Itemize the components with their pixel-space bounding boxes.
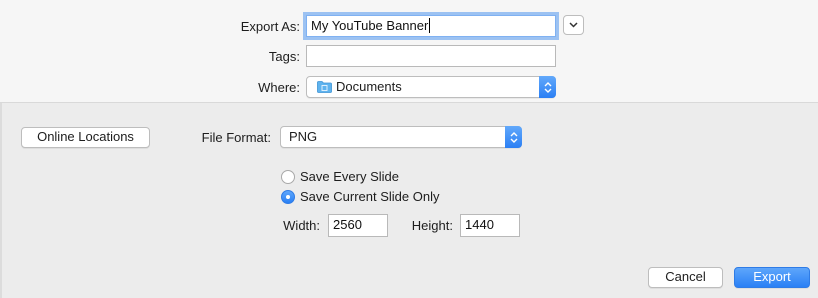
save-current-slide-option[interactable]: Save Current Slide Only (281, 189, 439, 205)
export-as-value: My YouTube Banner (311, 18, 429, 33)
export-as-field[interactable]: My YouTube Banner (306, 15, 556, 37)
height-field[interactable]: 1440 (460, 214, 520, 237)
height-value: 1440 (465, 217, 494, 232)
file-format-popup[interactable]: PNG (280, 126, 522, 148)
radio-button-selected[interactable] (281, 190, 295, 204)
cancel-button[interactable]: Cancel (648, 267, 723, 288)
file-format-stepper (505, 126, 522, 148)
tags-label: Tags: (268, 49, 300, 64)
up-down-arrows-icon (544, 81, 551, 93)
export-button[interactable]: Export (734, 267, 810, 288)
expand-dialog-button[interactable] (563, 15, 584, 35)
where-stepper (539, 76, 556, 98)
text-caret (429, 18, 431, 33)
file-format-value: PNG (289, 129, 318, 144)
height-label: Height: (411, 218, 453, 233)
where-label: Where: (258, 80, 300, 95)
folder-icon (317, 81, 332, 93)
export-as-label: Export As: (240, 19, 300, 34)
online-locations-button[interactable]: Online Locations (21, 127, 150, 148)
width-field[interactable]: 2560 (328, 214, 388, 237)
width-label: Width: (283, 218, 320, 233)
save-every-slide-option[interactable]: Save Every Slide (281, 169, 399, 185)
chevron-down-icon (569, 22, 578, 28)
radio-button[interactable] (281, 170, 295, 184)
tags-field[interactable] (306, 45, 556, 67)
file-section: Export As: My YouTube Banner Tags: Where… (0, 0, 818, 103)
where-value: Documents (336, 79, 402, 94)
file-format-label: File Format: (201, 130, 271, 145)
up-down-arrows-icon (510, 131, 517, 143)
radio-label: Save Every Slide (300, 169, 399, 184)
radio-label: Save Current Slide Only (300, 189, 440, 204)
where-popup[interactable]: Documents (306, 76, 556, 98)
export-dialog: Export As: My YouTube Banner Tags: Where… (0, 0, 818, 298)
width-value: 2560 (333, 217, 362, 232)
